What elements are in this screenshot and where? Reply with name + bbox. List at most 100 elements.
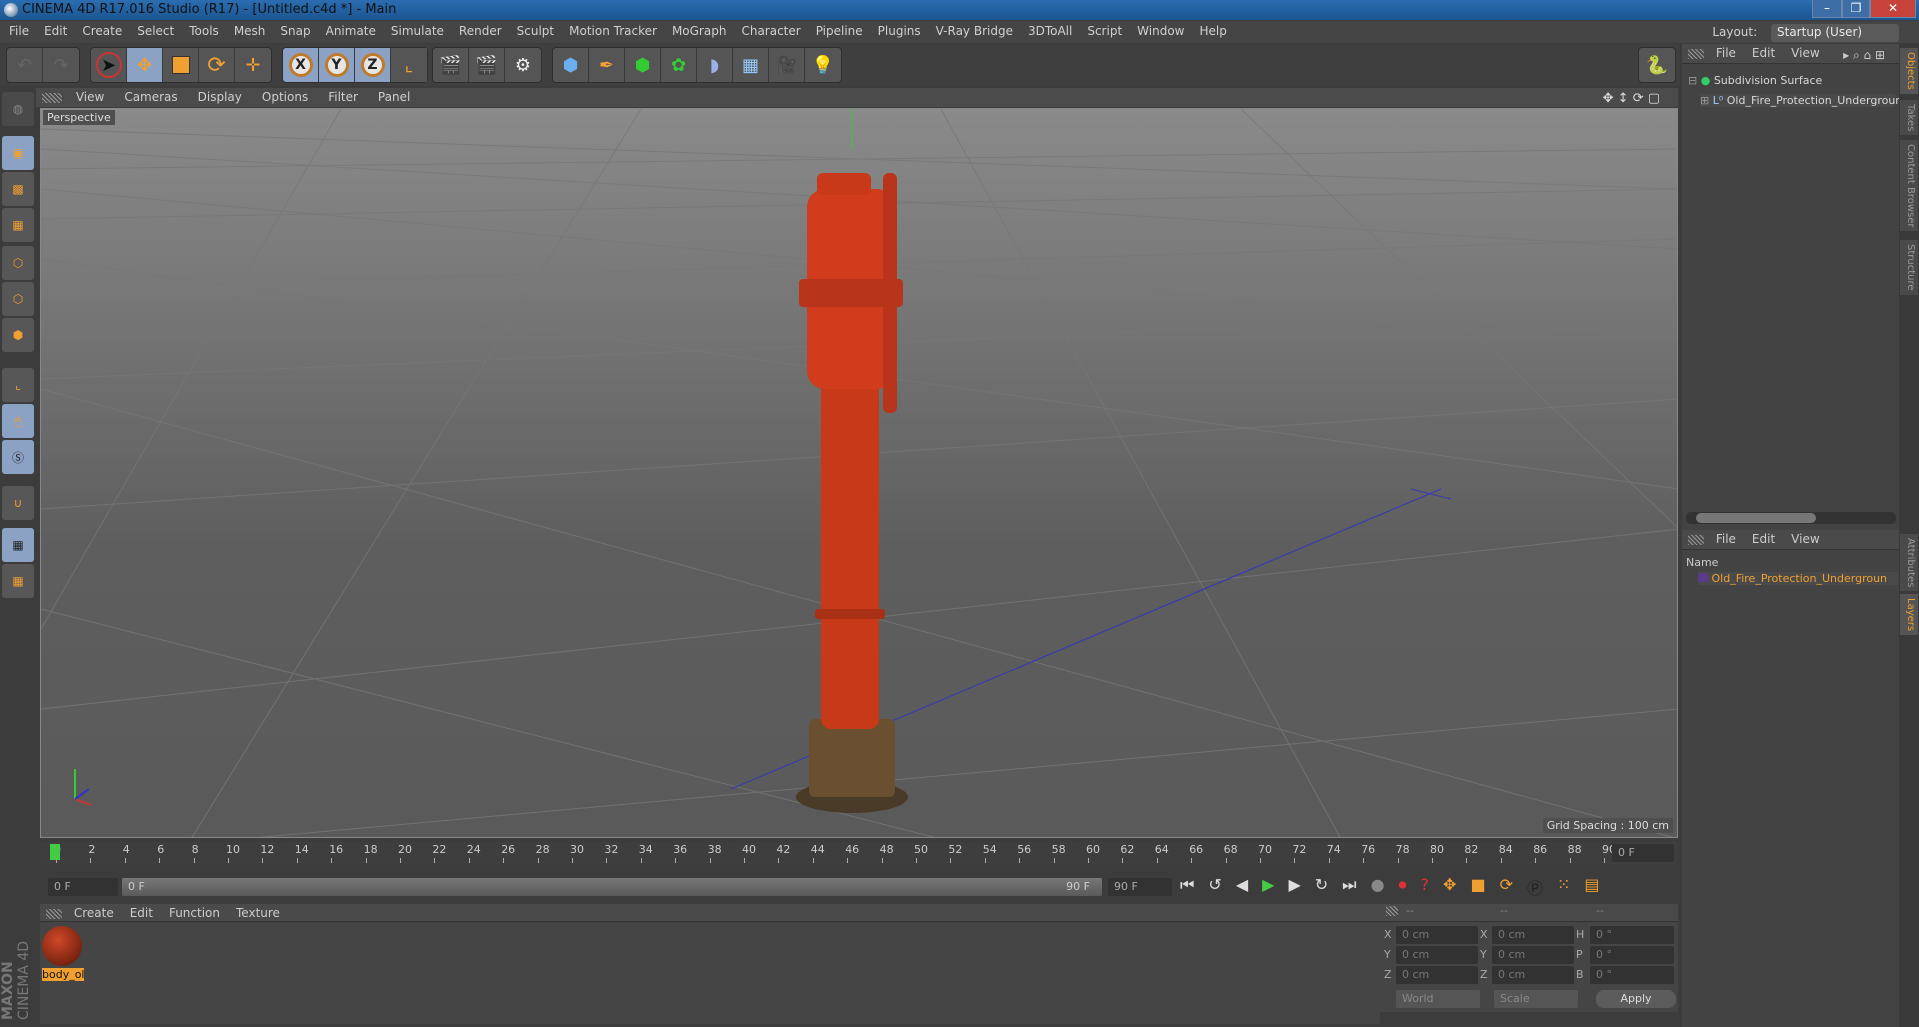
floor-icon[interactable]: ▦	[733, 48, 769, 82]
object-row-subdivision[interactable]: ⊟ ● Subdivision Surface	[1688, 74, 1822, 87]
playhead-marker[interactable]	[50, 844, 60, 860]
objects-menu-edit[interactable]: Edit	[1744, 44, 1783, 60]
z-axis-lock[interactable]: Z	[355, 48, 391, 82]
layers-menu-file[interactable]: File	[1708, 530, 1744, 546]
material-menu-texture[interactable]: Texture	[228, 904, 288, 920]
transform-icon[interactable]: ✛	[235, 48, 271, 82]
menu-snap[interactable]: Snap	[271, 21, 316, 38]
menu-edit[interactable]: Edit	[35, 21, 73, 38]
viewport-menu-options[interactable]: Options	[252, 88, 318, 104]
coord-value-field[interactable]: 0 cm	[1492, 926, 1574, 944]
viewport-menu-filter[interactable]: Filter	[318, 88, 368, 104]
grip-handle[interactable]	[1688, 534, 1704, 545]
viewport-nav-icons[interactable]: ✥ ↕ ⟳ ▢	[1593, 89, 1670, 106]
pen-spline-icon[interactable]: ✒	[589, 48, 625, 82]
menu-plugins[interactable]: Plugins	[869, 21, 927, 38]
objects-toolbar-icons[interactable]: ▸ ⌕ ⌂ ⊞	[1835, 46, 1893, 63]
snap-magnet-icon[interactable]: ∪	[2, 486, 34, 520]
layers-menu-view[interactable]: View	[1783, 530, 1827, 546]
points-mode-icon[interactable]: ⬡	[2, 246, 34, 280]
key-pla-icon[interactable]: ⁙	[1557, 875, 1570, 899]
workplane-globe-icon[interactable]: ◍	[2, 92, 34, 126]
polygons-mode-icon[interactable]: ⬢	[2, 318, 34, 352]
grip-handle[interactable]	[1688, 48, 1704, 59]
minimize-button[interactable]: –	[1812, 0, 1842, 18]
layers-menu-edit[interactable]: Edit	[1744, 530, 1783, 546]
menu-simulate[interactable]: Simulate	[382, 21, 450, 38]
grip-handle[interactable]	[46, 908, 62, 919]
menu-script[interactable]: Script	[1078, 21, 1128, 38]
viewport-menu-panel[interactable]: Panel	[368, 88, 420, 104]
menu-character[interactable]: Character	[732, 21, 806, 38]
record-keys-icon[interactable]: ●	[1371, 875, 1385, 899]
coord-mode-dropdown[interactable]: World	[1396, 990, 1480, 1008]
material-item[interactable]: body_ol	[42, 926, 85, 988]
go-to-end-icon[interactable]: ⏭	[1342, 875, 1356, 899]
menu-window[interactable]: Window	[1128, 21, 1190, 38]
coord-value-field[interactable]: 0 cm	[1492, 946, 1574, 964]
render-picture-viewer-icon[interactable]: 🎬	[469, 48, 505, 82]
edges-mode-icon[interactable]: ⬡	[2, 282, 34, 316]
menu-sculpt[interactable]: Sculpt	[508, 21, 560, 38]
scale-icon[interactable]	[163, 48, 199, 82]
objects-menu-file[interactable]: File	[1708, 44, 1744, 60]
start-frame-field[interactable]: 0 F	[48, 878, 118, 896]
prev-key-icon[interactable]: ↺	[1208, 875, 1221, 899]
coord-value-field[interactable]: 0 °	[1590, 946, 1674, 964]
menu-render[interactable]: Render	[450, 21, 508, 38]
key-rotation-icon[interactable]: ⟳	[1500, 875, 1513, 899]
light-icon[interactable]: 💡	[805, 48, 841, 82]
menu-file[interactable]: File	[0, 21, 35, 38]
menu-3dtoall[interactable]: 3DToAll	[1019, 21, 1078, 38]
autokey-icon[interactable]: ⏺	[1399, 875, 1407, 899]
coord-value-field[interactable]: 0 °	[1590, 926, 1674, 944]
tab-structure[interactable]: Structure	[1900, 240, 1918, 295]
coord-value-field[interactable]: 0 cm	[1396, 926, 1478, 944]
tab-attributes[interactable]: Attributes	[1900, 534, 1918, 592]
next-key-icon[interactable]: ↻	[1315, 875, 1328, 899]
step-forward-icon[interactable]: ▶	[1288, 875, 1300, 899]
material-menu-function[interactable]: Function	[161, 904, 228, 920]
tab-objects[interactable]: Objects	[1900, 48, 1918, 94]
coord-value-field[interactable]: 0 cm	[1396, 946, 1478, 964]
tab-content-browser[interactable]: Content Browser	[1900, 140, 1918, 232]
move-icon[interactable]: ✥	[127, 48, 163, 82]
workplane-icon[interactable]: ▦	[2, 208, 34, 242]
key-param-icon[interactable]: Ⓟ	[1527, 875, 1543, 899]
menu-mograph[interactable]: MoGraph	[663, 21, 733, 38]
subdivision-icon[interactable]: ⬢	[625, 48, 661, 82]
current-frame-field[interactable]: 0 F	[1612, 844, 1674, 862]
x-axis-lock[interactable]: X	[283, 48, 319, 82]
model-mode-icon[interactable]: ▣	[2, 136, 34, 170]
render-settings-icon[interactable]: ⚙	[505, 48, 541, 82]
menu-tools[interactable]: Tools	[180, 21, 225, 38]
redo-icon[interactable]: ↷	[43, 48, 79, 82]
menu-motion-tracker[interactable]: Motion Tracker	[560, 21, 663, 38]
key-scale-icon[interactable]: ■	[1470, 875, 1485, 899]
coord-value-field[interactable]: 0 °	[1590, 966, 1674, 984]
menu-pipeline[interactable]: Pipeline	[807, 21, 869, 38]
end-frame-field[interactable]: 90 F	[1108, 878, 1172, 896]
tab-layers[interactable]: Layers	[1900, 594, 1918, 636]
menu-select[interactable]: Select	[128, 21, 180, 38]
menu-animate[interactable]: Animate	[317, 21, 382, 38]
menu-vray-bridge[interactable]: V-Ray Bridge	[927, 21, 1019, 38]
tab-takes[interactable]: Takes	[1900, 100, 1918, 136]
coord-value-field[interactable]: 0 cm	[1492, 966, 1574, 984]
deformer-icon[interactable]: ◗	[697, 48, 733, 82]
play-icon[interactable]: ▶	[1262, 875, 1274, 899]
3d-viewport[interactable]: Perspective Grid Spacing : 100 cm	[40, 108, 1678, 838]
grip-handle[interactable]	[42, 92, 62, 103]
workplane-align-icon[interactable]: ▦	[2, 564, 34, 598]
timeline-window-icon[interactable]: ▤	[1584, 875, 1599, 899]
menu-mesh[interactable]: Mesh	[225, 21, 272, 38]
step-back-icon[interactable]: ◀	[1236, 875, 1248, 899]
menu-help[interactable]: Help	[1190, 21, 1232, 38]
maximize-button[interactable]: ❐	[1842, 0, 1870, 18]
material-menu-create[interactable]: Create	[66, 904, 122, 920]
viewport-menu-display[interactable]: Display	[188, 88, 252, 104]
frame-range-slider[interactable]: 0 F 90 F	[122, 878, 1102, 896]
coord-value-field[interactable]: 0 cm	[1396, 966, 1478, 984]
workplane-lock-icon[interactable]: ▦	[2, 528, 34, 562]
coord-type-dropdown[interactable]: Scale	[1494, 990, 1578, 1008]
